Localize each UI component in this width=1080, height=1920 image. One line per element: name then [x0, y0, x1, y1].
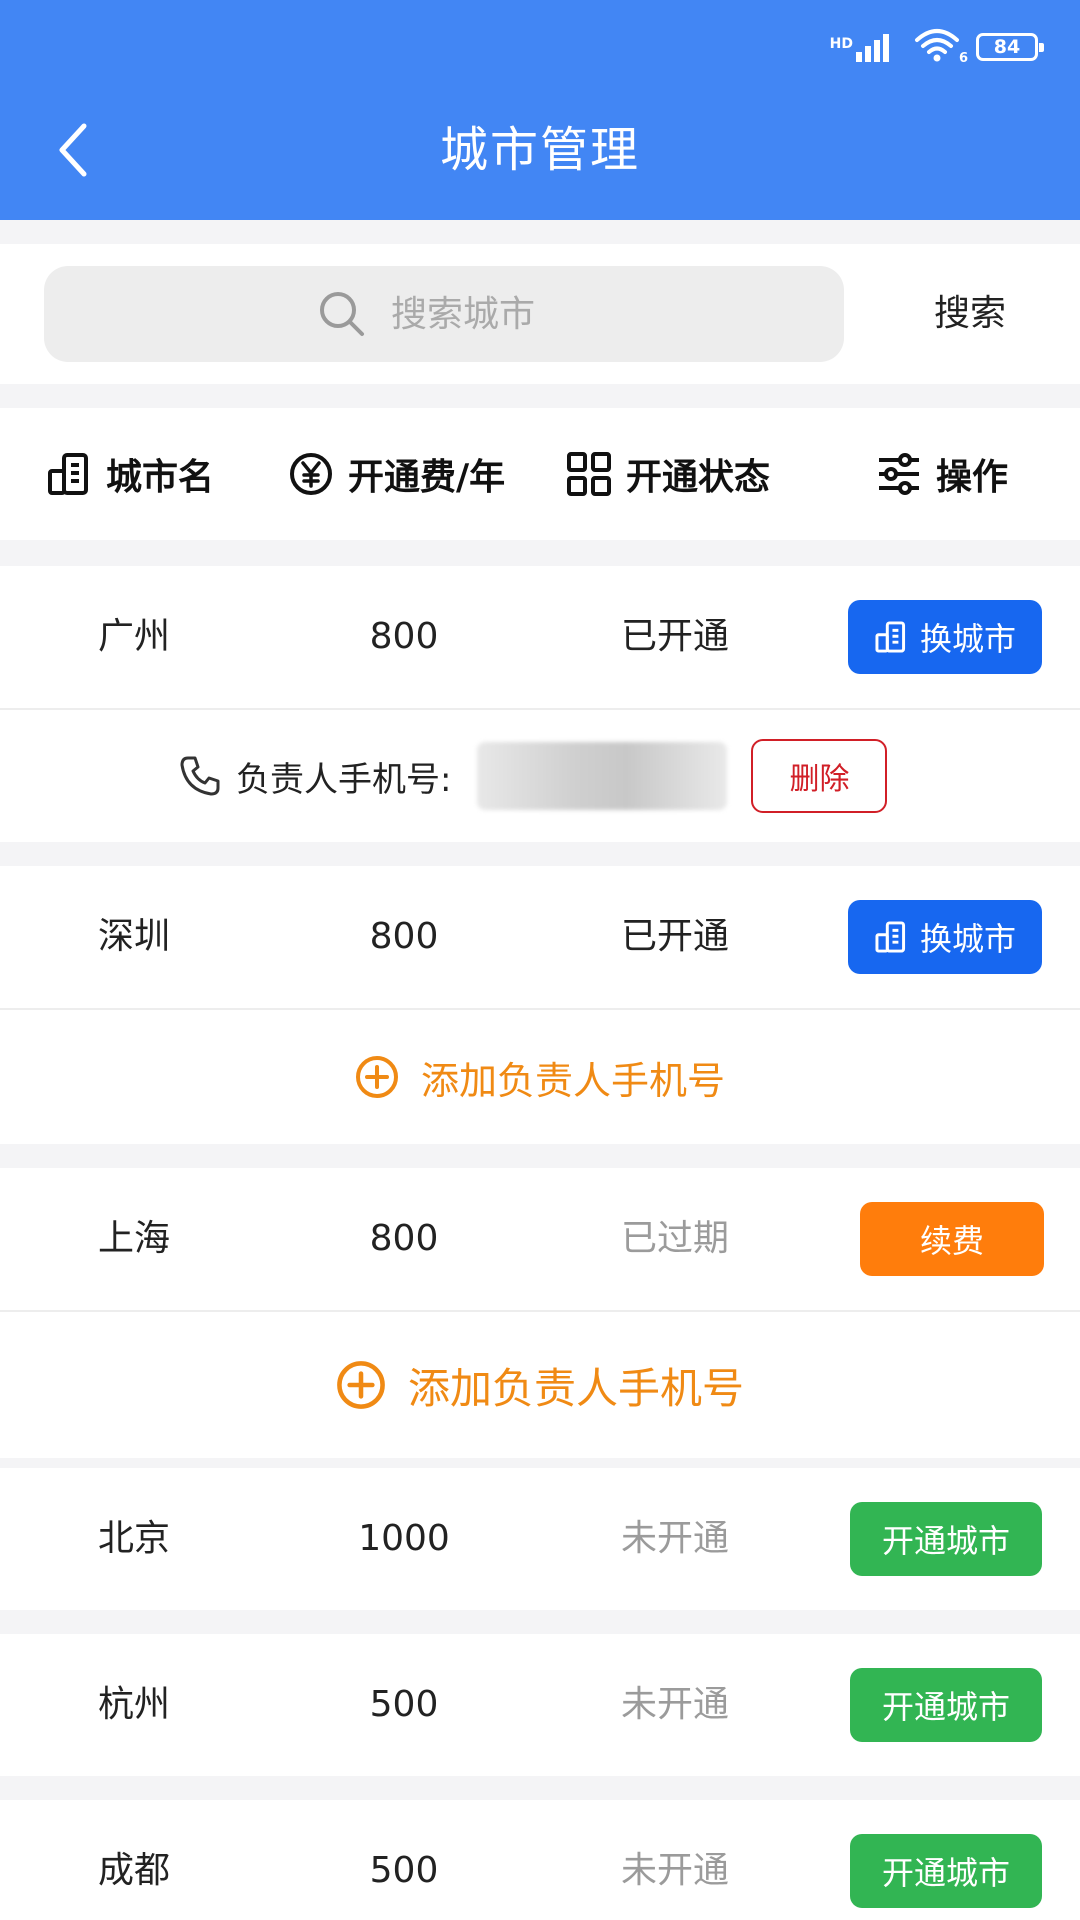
table-row: 上海 800 已过期 续费	[0, 1168, 1080, 1310]
activate-city-button[interactable]: 开通城市	[850, 1668, 1042, 1742]
city-name: 成都	[97, 1850, 170, 1891]
city-card: 深圳 800 已开通 换城市 添加负责人手机号	[0, 866, 1080, 1144]
city-fee: 800	[369, 1218, 439, 1259]
city-fee: 800	[369, 916, 439, 957]
city-status: 已开通	[620, 616, 729, 657]
switch-city-label: 换城市	[919, 620, 1016, 658]
plus-circle-icon	[337, 1361, 385, 1409]
delete-button[interactable]: 删除	[751, 739, 888, 813]
search-input[interactable]	[391, 293, 571, 335]
battery-icon: 84	[976, 33, 1044, 61]
column-fee: 开通费/年	[288, 408, 505, 540]
signal-icon: HD	[830, 32, 898, 62]
switch-city-button[interactable]: 换城市	[848, 600, 1042, 674]
renew-button[interactable]: 续费	[860, 1202, 1044, 1276]
add-contact-label: 添加负责人手机号	[420, 1058, 725, 1103]
city-name: 杭州	[97, 1684, 170, 1725]
building-icon	[48, 453, 88, 495]
column-action: 操作	[876, 408, 1008, 540]
city-fee: 500	[369, 1850, 439, 1891]
hd-label: HD	[829, 36, 853, 52]
add-contact-button[interactable]: 添加负责人手机号	[0, 1312, 1080, 1458]
city-card: 成都 500 未开通 开通城市	[0, 1800, 1080, 1920]
column-status: 开通状态	[566, 408, 770, 540]
table-row: 广州 800 已开通 换城市	[0, 566, 1080, 708]
city-status: 已过期	[620, 1218, 729, 1259]
column-action-label: 操作	[936, 457, 1009, 498]
switch-city-button[interactable]: 换城市	[848, 900, 1042, 974]
sliders-icon	[879, 453, 919, 495]
contact-label: 负责人手机号:	[236, 759, 452, 800]
city-name: 广州	[97, 616, 170, 657]
search-icon	[320, 292, 364, 336]
building-icon	[875, 921, 906, 953]
building-icon	[875, 621, 906, 653]
search-bar: 搜索	[0, 244, 1080, 384]
table-row: 深圳 800 已开通 换城市	[0, 866, 1080, 1008]
plus-circle-icon	[355, 1056, 398, 1098]
activate-city-button[interactable]: 开通城市	[850, 1502, 1042, 1576]
city-status: 已开通	[620, 916, 729, 957]
blurred-phone-number	[477, 742, 728, 810]
table-header: 城市名 开通费/年 开通状态 操作	[0, 408, 1080, 540]
city-status: 未开通	[620, 1518, 729, 1559]
city-name: 北京	[97, 1518, 170, 1559]
city-status: 未开通	[620, 1850, 729, 1891]
activate-city-button[interactable]: 开通城市	[850, 1834, 1042, 1908]
column-status-label: 开通状态	[626, 457, 771, 498]
table-row: 杭州 500 未开通 开通城市	[0, 1634, 1080, 1776]
contact-row: 负责人手机号: 删除	[0, 710, 1080, 842]
city-fee: 800	[369, 616, 439, 657]
yen-coin-icon	[290, 453, 332, 495]
table-row: 成都 500 未开通 开通城市	[0, 1800, 1080, 1920]
add-contact-button[interactable]: 添加负责人手机号	[0, 1010, 1080, 1144]
column-fee-label: 开通费/年	[348, 457, 506, 498]
phone-icon	[180, 756, 220, 796]
city-card: 上海 800 已过期 续费 添加负责人手机号	[0, 1168, 1080, 1458]
switch-city-label: 换城市	[919, 920, 1016, 958]
city-card: 北京 1000 未开通 开通城市	[0, 1468, 1080, 1610]
city-name: 上海	[97, 1218, 170, 1259]
app-header: HD 6 84 城市管理	[0, 0, 1080, 220]
city-fee: 500	[369, 1684, 439, 1725]
city-card: 杭州 500 未开通 开通城市	[0, 1634, 1080, 1776]
city-status: 未开通	[620, 1684, 729, 1725]
city-card: 广州 800 已开通 换城市 负责人手机号: 删除	[0, 566, 1080, 842]
wifi-6-label: 6	[958, 51, 968, 66]
column-city-label: 城市名	[106, 457, 215, 498]
grid-icon	[567, 452, 611, 496]
city-name: 深圳	[97, 916, 170, 957]
add-contact-label: 添加负责人手机号	[407, 1363, 744, 1413]
search-button[interactable]: 搜索	[900, 244, 1040, 384]
table-row: 北京 1000 未开通 开通城市	[0, 1468, 1080, 1610]
status-bar: HD 6 84	[830, 28, 1044, 66]
search-box[interactable]	[44, 266, 844, 362]
city-fee: 1000	[358, 1518, 450, 1559]
wifi-icon: 6	[914, 28, 968, 66]
column-city: 城市名	[46, 408, 214, 540]
page-title: 城市管理	[439, 122, 640, 178]
